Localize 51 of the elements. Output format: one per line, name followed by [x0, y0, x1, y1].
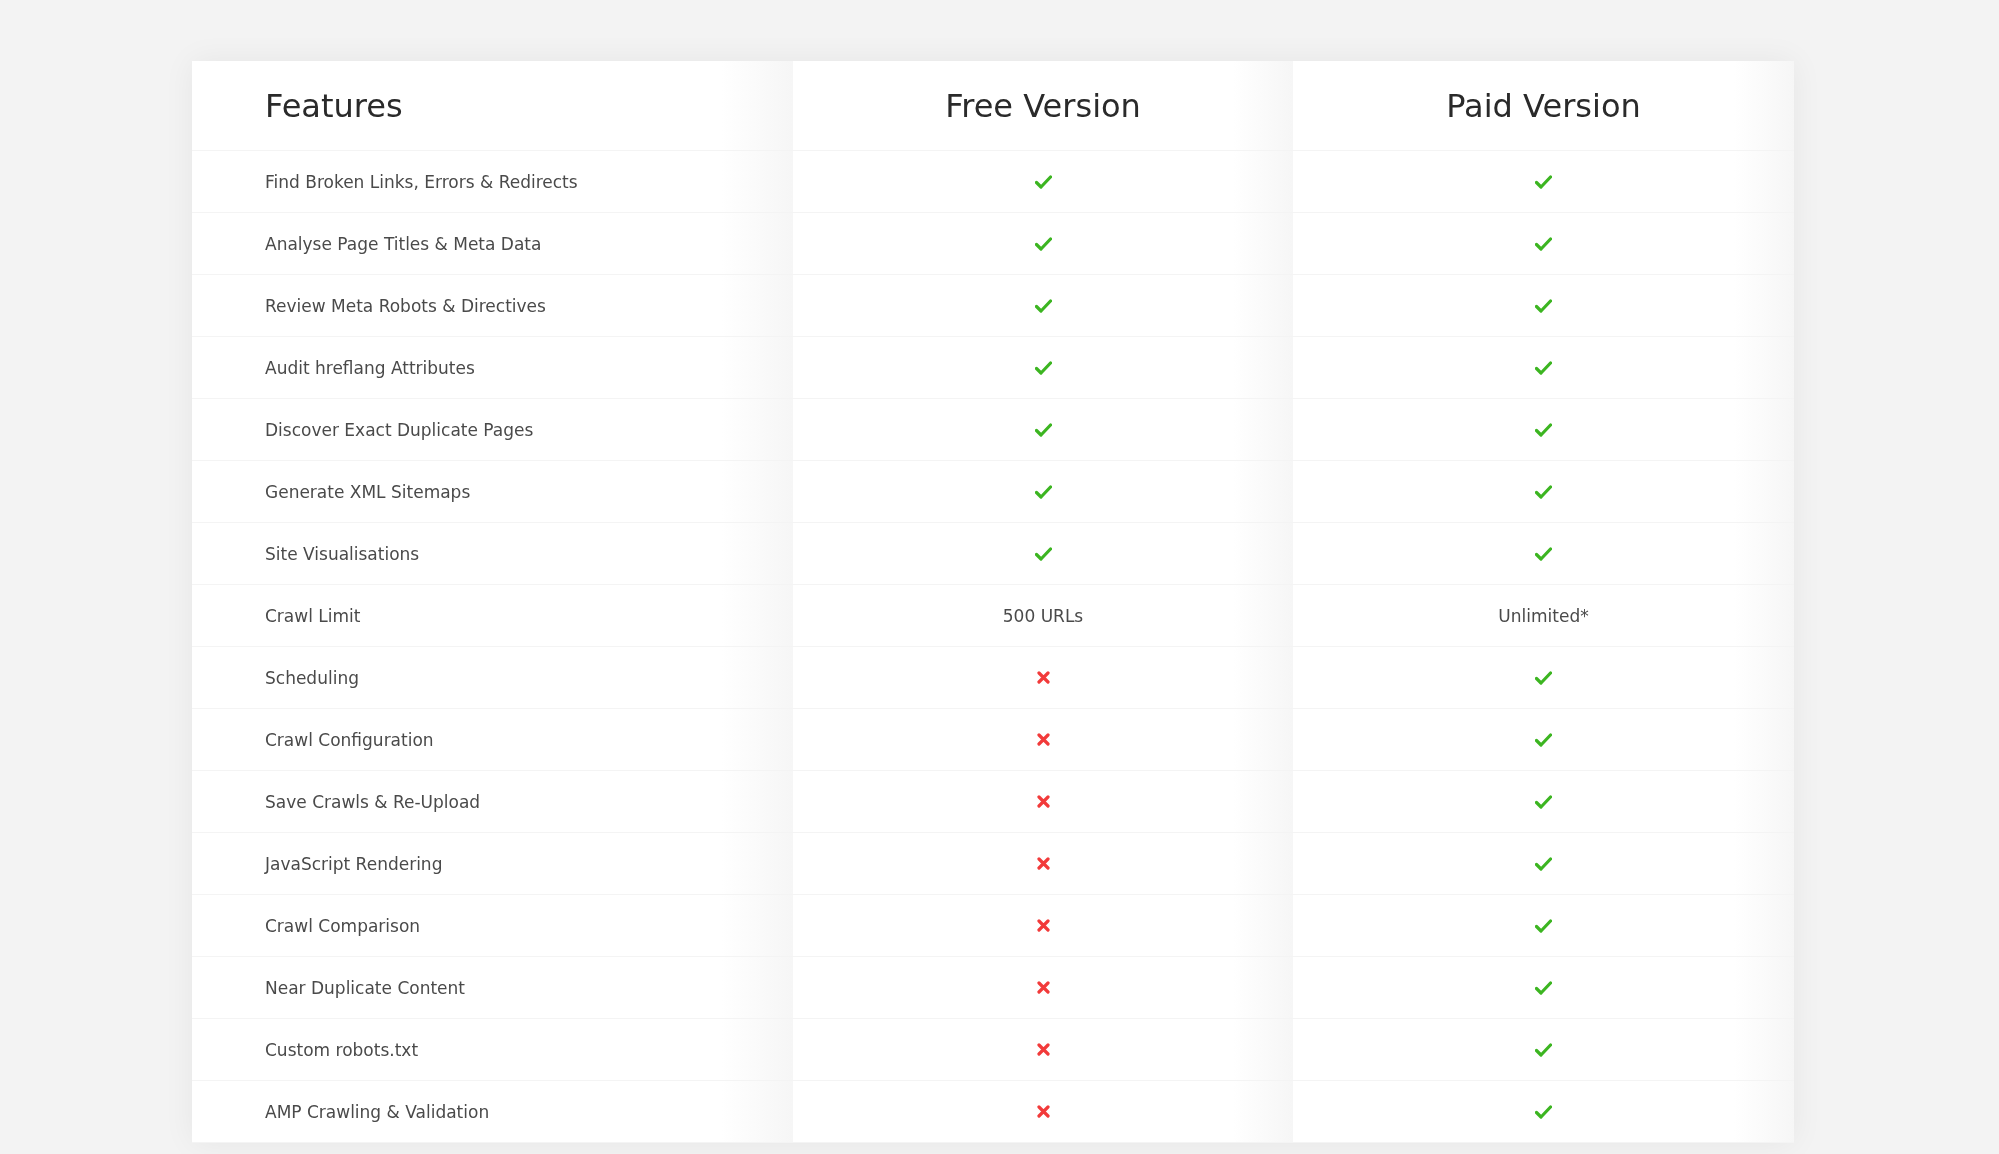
check-icon — [1034, 360, 1052, 375]
check-icon — [1535, 236, 1552, 251]
feature-name: Save Crawls & Re-Upload — [265, 791, 481, 812]
feature-name: Audit hreflang Attributes — [265, 357, 475, 378]
check-icon — [1535, 546, 1552, 561]
check-icon — [1535, 732, 1552, 747]
cross-icon — [1036, 795, 1050, 808]
feature-name: Crawl Comparison — [265, 915, 421, 936]
feature-name: Near Duplicate Content — [265, 977, 465, 998]
check-icon — [1034, 484, 1052, 499]
feature-name: JavaScript Rendering — [265, 853, 443, 874]
feature-name: Discover Exact Duplicate Pages — [265, 419, 534, 440]
check-icon — [1535, 360, 1552, 375]
cross-icon — [1036, 671, 1050, 684]
check-icon — [1535, 484, 1552, 499]
check-icon — [1535, 980, 1552, 995]
cross-icon — [1036, 1043, 1050, 1056]
column-heading: Paid Version — [1446, 86, 1641, 125]
check-icon — [1535, 918, 1552, 933]
cross-icon — [1036, 1105, 1050, 1118]
limit-value: 500 URLs — [1002, 605, 1084, 626]
check-icon — [1535, 422, 1552, 437]
check-icon — [1535, 298, 1552, 313]
cross-icon — [1036, 919, 1050, 932]
check-icon — [1535, 174, 1552, 189]
check-icon — [1034, 422, 1052, 437]
check-icon — [1535, 1104, 1552, 1119]
feature-name: Find Broken Links, Errors & Redirects — [265, 171, 578, 192]
feature-name: Site Visualisations — [265, 543, 420, 564]
check-icon — [1034, 298, 1052, 313]
limit-value: Unlimited* — [1498, 605, 1589, 626]
feature-name: Crawl Limit — [265, 605, 361, 626]
check-icon — [1535, 1042, 1552, 1057]
feature-name: Crawl Configuration — [265, 729, 434, 750]
check-icon — [1535, 856, 1552, 871]
column-heading: Features — [265, 86, 403, 125]
feature-name: Scheduling — [265, 667, 359, 688]
check-icon — [1034, 174, 1052, 189]
feature-name: AMP Crawling & Validation — [265, 1101, 490, 1122]
cross-icon — [1036, 733, 1050, 746]
check-icon — [1535, 670, 1552, 685]
check-icon — [1034, 236, 1052, 251]
check-icon — [1535, 794, 1552, 809]
check-icon — [1034, 546, 1052, 561]
feature-name: Custom robots.txt — [265, 1039, 419, 1060]
cross-icon — [1036, 981, 1050, 994]
column-heading: Free Version — [945, 86, 1141, 125]
feature-name: Review Meta Robots & Directives — [265, 295, 546, 316]
feature-name: Generate XML Sitemaps — [265, 481, 471, 502]
cross-icon — [1036, 857, 1050, 870]
feature-name: Analyse Page Titles & Meta Data — [265, 233, 542, 254]
